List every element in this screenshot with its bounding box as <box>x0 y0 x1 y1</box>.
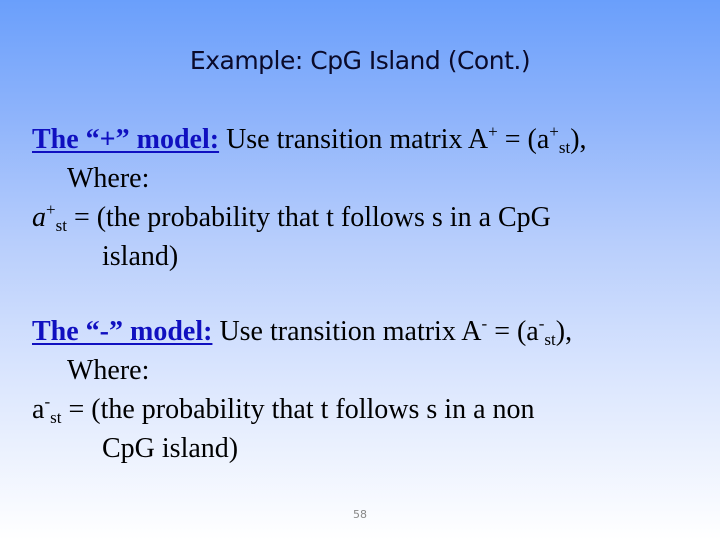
superscript: + <box>488 122 498 141</box>
definition-text: = (the probability that t follows s in a… <box>61 394 535 425</box>
minus-where: Where: <box>67 355 150 386</box>
slide-title: Example: CpG Island (Cont.) <box>189 46 531 75</box>
plus-model-text: Use transition matrix A <box>219 124 489 155</box>
plus-definition: a+st = (the probability that t follows s… <box>32 201 551 235</box>
plus-model-text-mid: = (a <box>497 124 550 155</box>
minus-model-heading: The “-” model: <box>32 316 213 347</box>
subscript: st <box>50 408 62 427</box>
subscript: st <box>544 330 556 349</box>
minus-model-text: Use transition matrix A <box>212 316 482 347</box>
minus-definition-cont: CpG island) <box>102 433 239 464</box>
superscript: + <box>46 200 56 219</box>
page-number: 58 <box>353 508 367 521</box>
plus-model-text-end: ), <box>570 124 587 155</box>
subscript: st <box>558 138 571 157</box>
subscript: st <box>55 216 67 235</box>
minus-model-line: The “-” model: Use transition matrix A- … <box>32 315 573 349</box>
superscript: + <box>549 122 559 141</box>
definition-text: = (the probability that t follows s in a… <box>66 202 551 233</box>
minus-definition: a-st = (the probability that t follows s… <box>32 393 535 427</box>
variable: a <box>32 202 46 233</box>
plus-where: Where: <box>67 163 150 194</box>
plus-model-line: The “+” model: Use transition matrix A+ … <box>32 123 587 157</box>
plus-definition-cont: island) <box>102 241 179 272</box>
variable: a <box>32 394 45 425</box>
minus-model-text-mid: = (a <box>487 316 539 347</box>
minus-model-text-end: ), <box>555 316 573 347</box>
plus-model-heading: The “+” model: <box>32 124 220 155</box>
